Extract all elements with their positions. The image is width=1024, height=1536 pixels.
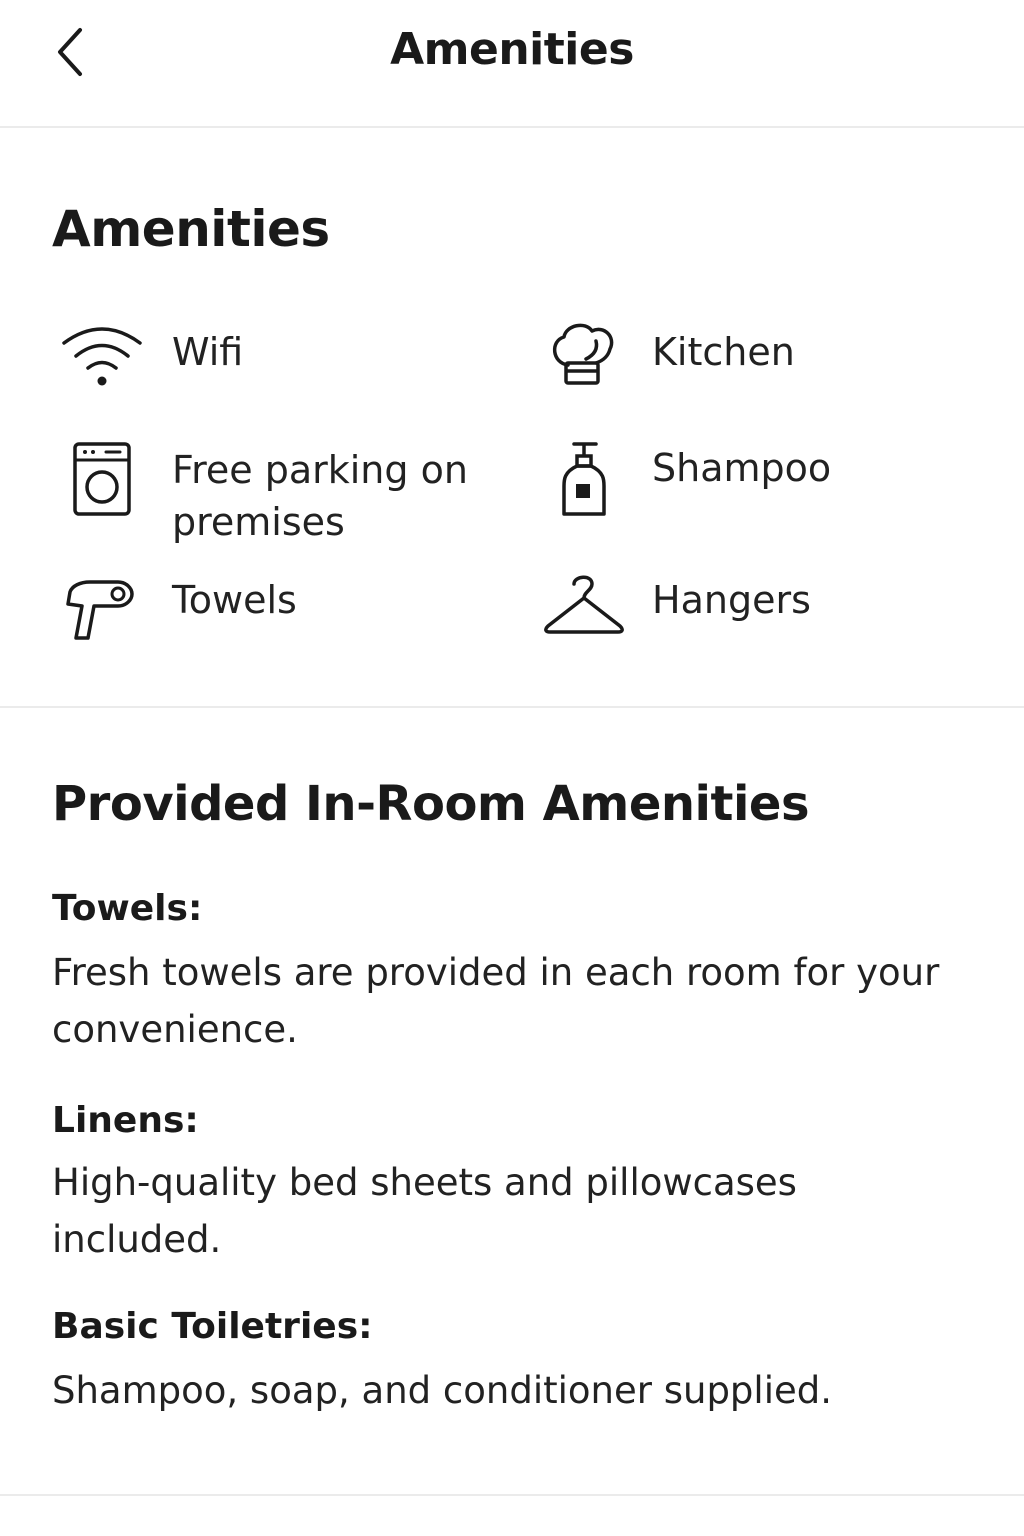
top-bar: Amenities xyxy=(0,0,1024,128)
amenity-label: Free parking on premises xyxy=(172,448,468,544)
detail-title-toiletries: Basic Toiletries: xyxy=(52,1306,373,1347)
amenity-label: Kitchen xyxy=(652,330,795,374)
amenity-wifi: Wifi xyxy=(60,318,500,390)
page-title: Amenities xyxy=(390,24,634,75)
amenities-heading: Amenities xyxy=(52,200,330,258)
amenities-page: Amenities Amenities Wifi Kitchen Free pa… xyxy=(0,0,1024,1536)
chef-hat-icon xyxy=(546,318,646,390)
detail-text-linens: High-quality bed sheets and pillowcases … xyxy=(52,1161,797,1261)
amenity-hangers: Hangers xyxy=(542,570,982,642)
hair-dryer-icon xyxy=(60,572,160,644)
detail-title-towels: Towels: xyxy=(52,888,203,929)
amenity-towels: Towels xyxy=(60,572,500,644)
amenity-shampoo: Shampoo xyxy=(546,440,986,518)
detail-text-toiletries: Shampoo, soap, and conditioner supplied. xyxy=(52,1369,832,1412)
washing-machine-icon xyxy=(60,442,160,518)
wifi-icon xyxy=(60,318,160,390)
hanger-icon xyxy=(542,570,646,642)
amenity-label: Shampoo xyxy=(652,446,832,490)
detail-text-towels: Fresh towels are provided in each room f… xyxy=(52,951,940,1051)
amenity-kitchen: Kitchen xyxy=(546,318,986,390)
in-room-heading: Provided In-Room Amenities xyxy=(52,776,810,832)
amenity-label: Wifi xyxy=(172,330,244,374)
detail-title-linens: Linens: xyxy=(52,1100,199,1141)
amenity-label: Towels xyxy=(172,578,297,622)
amenity-free-parking: Free parking on premises xyxy=(60,442,500,548)
section-divider xyxy=(0,1494,1024,1496)
amenity-label: Hangers xyxy=(652,578,811,622)
section-divider xyxy=(0,706,1024,708)
shampoo-bottle-icon xyxy=(546,440,646,518)
